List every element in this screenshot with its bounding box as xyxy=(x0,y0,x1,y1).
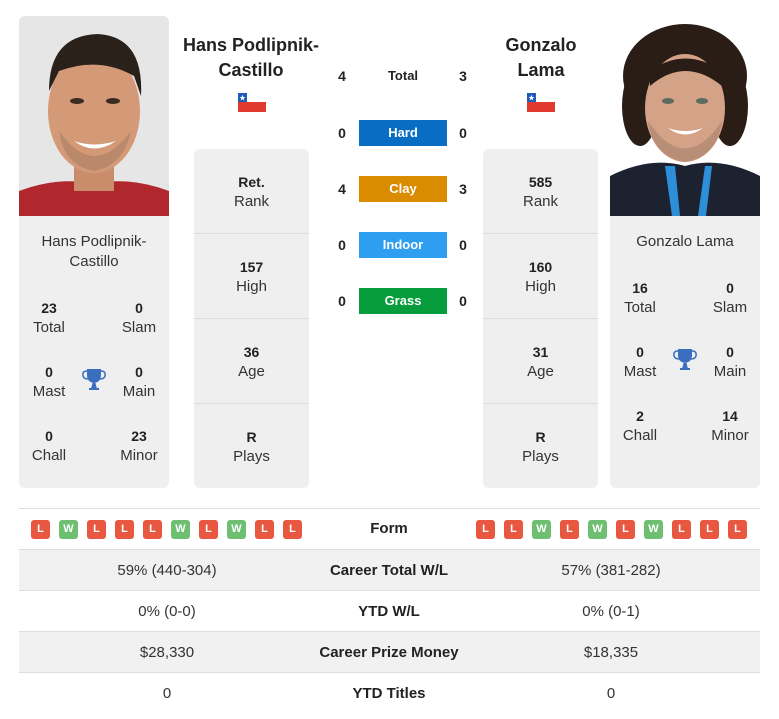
player1-form-result-badge[interactable]: W xyxy=(227,520,246,539)
player1-name-link[interactable]: Hans Podlipnik- Castillo xyxy=(176,33,326,83)
h2h-hard-p1: 0 xyxy=(338,125,346,141)
player2-rank-panel: 585 Rank 160 High 31 Age R Plays xyxy=(483,149,598,488)
player1-titles-total: 23 Total xyxy=(33,300,65,336)
h2h-indoor-row: 0 Indoor 0 xyxy=(330,232,475,258)
player2-form-result-badge[interactable]: L xyxy=(504,520,523,539)
player2-form-result-badge[interactable]: L xyxy=(728,520,747,539)
player2-form-result-badge[interactable]: L xyxy=(616,520,635,539)
h2h-grass-p2: 0 xyxy=(459,293,467,309)
h2h-hard-row: 0 Hard 0 xyxy=(330,120,475,146)
player2-titles-minor: 14 Minor xyxy=(711,408,749,444)
table-row: 0% (0-0) YTD W/L 0% (0-1) xyxy=(138,603,640,620)
h2h-clay-p1: 4 xyxy=(338,181,346,197)
h2h-total-p1: 4 xyxy=(338,68,346,84)
grass-surface-badge[interactable]: Grass xyxy=(359,288,447,314)
player2-photo[interactable] xyxy=(610,16,760,216)
player2-high: 160 High xyxy=(483,234,598,319)
player2-form-result-badge[interactable]: L xyxy=(476,520,495,539)
player1-titles-slam: 0 Slam xyxy=(121,300,157,336)
h2h-indoor-p1: 0 xyxy=(338,237,346,253)
player2-titles-card: Gonzalo Lama 16 Total 0 Slam 0 Mast 0 Ma… xyxy=(610,216,760,488)
table-row: 0 YTD Titles 0 xyxy=(162,685,616,702)
player2-form-result-badge[interactable]: W xyxy=(588,520,607,539)
player1-form-result-badge[interactable]: W xyxy=(171,520,190,539)
player1-form-result-badge[interactable]: L xyxy=(199,520,218,539)
h2h-indoor-p2: 0 xyxy=(459,237,467,253)
player1-age: 36 Age xyxy=(194,319,309,404)
player1-high: 157 High xyxy=(194,234,309,319)
form-row: LWLLLWLWLL Form LLWLWLWLLL xyxy=(19,509,760,549)
player1-card-name[interactable]: Hans Podlipnik- Castillo xyxy=(19,232,169,272)
player2-plays: R Plays xyxy=(522,429,559,465)
indoor-surface-badge[interactable]: Indoor xyxy=(359,232,447,258)
player1-titles-mast: 0 Mast xyxy=(32,364,66,400)
player2-titles-slam: 0 Slam xyxy=(712,280,748,316)
player2-form-result-badge[interactable]: W xyxy=(532,520,551,539)
player2-age: 31 Age xyxy=(483,319,598,404)
chile-flag-icon xyxy=(238,93,266,112)
h2h-total-row: 4 Total 3 xyxy=(330,63,475,89)
chile-flag-icon xyxy=(527,93,555,112)
h2h-grass-p1: 0 xyxy=(338,293,346,309)
player1-titles-main: 0 Main xyxy=(122,364,156,400)
player1-form-result-badge[interactable]: L xyxy=(87,520,106,539)
trophy-icon xyxy=(672,346,698,372)
player2-form-result-badge[interactable]: L xyxy=(700,520,719,539)
trophy-icon xyxy=(81,366,107,392)
player2-titles-total: 16 Total xyxy=(624,280,656,316)
player1-titles-chall: 0 Chall xyxy=(31,428,67,464)
player2-form-result-badge[interactable]: L xyxy=(672,520,691,539)
player1-titles-card: Hans Podlipnik- Castillo 23 Total 0 Slam… xyxy=(19,216,169,488)
player2-form-result-badge[interactable]: W xyxy=(644,520,663,539)
player1-form-result-badge[interactable]: W xyxy=(59,520,78,539)
hard-surface-badge[interactable]: Hard xyxy=(359,120,447,146)
player2-card-name[interactable]: Gonzalo Lama xyxy=(610,232,760,252)
player2-titles-mast: 0 Mast xyxy=(623,344,657,380)
h2h-hard-p2: 0 xyxy=(459,125,467,141)
table-row: $28,330 Career Prize Money $18,335 xyxy=(19,632,760,673)
clay-surface-badge[interactable]: Clay xyxy=(359,176,447,202)
player1-titles-minor: 23 Minor xyxy=(120,428,158,464)
player1-form-result-badge[interactable]: L xyxy=(31,520,50,539)
player1-rank: Ret. Rank xyxy=(194,149,309,234)
h2h-clay-row: 4 Clay 3 xyxy=(330,176,475,202)
player1-form-result-badge[interactable]: L xyxy=(143,520,162,539)
player1-form-result-badge[interactable]: L xyxy=(115,520,134,539)
form-label: Form xyxy=(370,520,408,537)
player1-form-result-badge[interactable]: L xyxy=(255,520,274,539)
h2h-total-label: Total xyxy=(387,68,419,83)
player2-titles-chall: 2 Chall xyxy=(622,408,658,444)
h2h-grass-row: 0 Grass 0 xyxy=(330,288,475,314)
player2-titles-main: 0 Main xyxy=(713,344,747,380)
player2-form-result-badge[interactable]: L xyxy=(560,520,579,539)
h2h-clay-p2: 3 xyxy=(459,181,467,197)
player1-plays: R Plays xyxy=(233,429,270,465)
player1-photo[interactable] xyxy=(19,16,169,216)
table-row: 59% (440-304) Career Total W/L 57% (381-… xyxy=(19,550,760,591)
player1-rank-panel: Ret. Rank 157 High 36 Age R Plays xyxy=(194,149,309,488)
player2-name-link[interactable]: Gonzalo Lama xyxy=(466,33,616,83)
player2-rank: 585 Rank xyxy=(483,149,598,234)
